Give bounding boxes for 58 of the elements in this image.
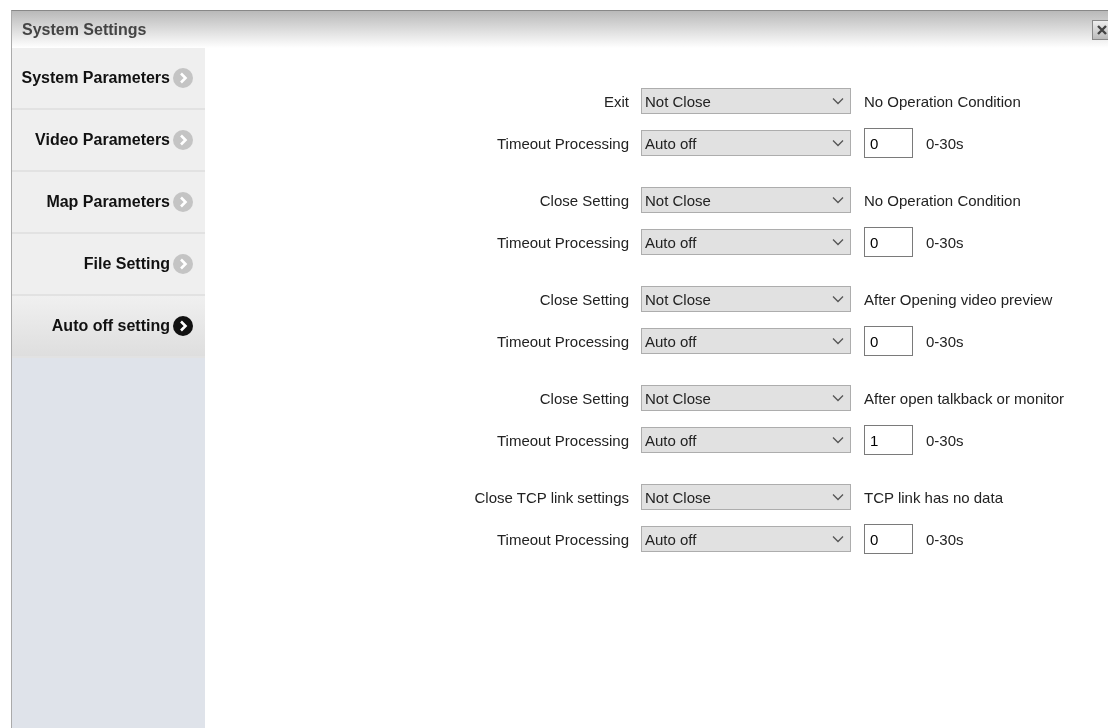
chevron-down-icon	[832, 238, 844, 246]
chevron-down-icon	[832, 535, 844, 543]
condition-text: No Operation Condition	[864, 191, 1021, 209]
field-label: Timeout Processing	[496, 332, 630, 350]
dropdown[interactable]: Auto off	[641, 427, 851, 453]
condition-text: TCP link has no data	[864, 488, 1003, 506]
chevron-down-icon	[832, 196, 844, 204]
dropdown[interactable]: Not Close	[641, 286, 851, 312]
chevron-down-icon	[832, 295, 844, 303]
close-icon	[1096, 23, 1108, 36]
field-label: Close Setting	[538, 389, 630, 407]
chevron-down-icon	[832, 394, 844, 402]
range-text: 0-30s	[926, 134, 964, 152]
chevron-down-icon	[832, 436, 844, 444]
dropdown[interactable]: Not Close	[641, 385, 851, 411]
chevron-down-icon	[832, 493, 844, 501]
field-label: Close Setting	[538, 290, 630, 308]
condition-text: After open talkback or monitor	[864, 389, 1065, 407]
chevron-icon	[173, 254, 193, 274]
dropdown[interactable]: Auto off	[641, 526, 851, 552]
range-text: 0-30s	[926, 530, 964, 548]
input-field[interactable]: 0	[864, 524, 913, 554]
sidebar-item[interactable]: Map Parameters	[12, 172, 205, 234]
chevron-down-icon	[832, 139, 844, 147]
range-text: 0-30s	[926, 332, 964, 350]
field-label: Close TCP link settings	[473, 488, 630, 506]
dropdown[interactable]: Not Close	[641, 187, 851, 213]
dropdown[interactable]: Not Close	[641, 88, 851, 114]
chevron-icon	[173, 130, 193, 150]
dropdown[interactable]: Not Close	[641, 484, 851, 510]
input-field[interactable]: 1	[864, 425, 913, 455]
chevron-down-icon	[832, 337, 844, 345]
window-title: System Settings	[21, 20, 147, 39]
field-label: Timeout Processing	[496, 431, 630, 449]
sidebar-item[interactable]: File Setting	[12, 234, 205, 296]
sidebar-item[interactable]: Auto off setting	[12, 296, 205, 358]
chevron-down-icon	[832, 97, 844, 105]
input-field[interactable]: 0	[864, 128, 913, 158]
field-label: Timeout Processing	[496, 134, 630, 152]
chevron-icon	[173, 68, 193, 88]
dropdown[interactable]: Auto off	[641, 328, 851, 354]
field-label: Timeout Processing	[496, 233, 630, 251]
dropdown[interactable]: Auto off	[641, 229, 851, 255]
range-text: 0-30s	[926, 431, 964, 449]
condition-text: No Operation Condition	[864, 92, 1021, 110]
field-label: Timeout Processing	[496, 530, 630, 548]
condition-text: After Opening video preview	[864, 290, 1053, 308]
chevron-icon	[173, 192, 193, 212]
field-label: Exit	[603, 92, 630, 110]
range-text: 0-30s	[926, 233, 964, 251]
sidebar-item[interactable]: System Parameters	[12, 48, 205, 110]
close-button[interactable]	[1092, 19, 1108, 40]
chevron-icon	[173, 316, 193, 336]
input-field[interactable]: 0	[864, 227, 913, 257]
input-field[interactable]: 0	[864, 326, 913, 356]
sidebar-item[interactable]: Video Parameters	[12, 110, 205, 172]
dropdown[interactable]: Auto off	[641, 130, 851, 156]
field-label: Close Setting	[538, 191, 630, 209]
